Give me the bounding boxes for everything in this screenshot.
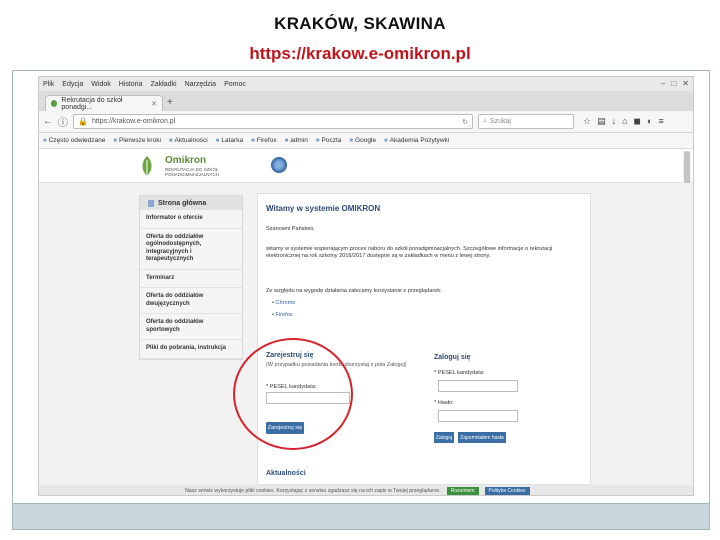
sync-icon[interactable]: ◐ [647, 116, 652, 127]
site-header: Omikron REKRUTACJA DO SZKÓŁ PONADGIMNAZJ… [39, 149, 693, 183]
menu-bookmarks[interactable]: Zakładki [150, 81, 176, 88]
window-controls: – □ ✕ [661, 79, 689, 88]
sidebar-item-bilingual-offer[interactable]: Oferta do oddziałów dwujęzycznych [140, 288, 242, 314]
info-icon[interactable]: ⓘ [58, 114, 68, 129]
sidebar-item-informator[interactable]: Informator o ofercie [140, 210, 242, 229]
intro-paragraph: witamy w systemie wspierającym proces na… [266, 246, 553, 259]
tab-strip: Rekrutacja do szkół ponadgi... ✕ + [39, 91, 693, 111]
sidebar-item-home[interactable]: Strona główna [140, 196, 242, 210]
sidebar-header-label: Strona główna [158, 199, 207, 207]
hamburger-menu-icon[interactable]: ≡ [658, 116, 663, 127]
menu-bar: Plik Edycja Widok Historia Zakładki Narz… [39, 77, 693, 91]
tab-title: Rekrutacja do szkół ponadgi... [61, 96, 123, 111]
page-title: Witamy w systemie OMIKRON [266, 204, 381, 213]
sidebar-item-general-offer[interactable]: Oferta do oddziałów ogólnodostępnych, in… [140, 229, 242, 270]
greeting-text: Szanowni Państwo, [266, 226, 315, 232]
sidebar-item-sports-offer[interactable]: Oferta do oddziałów sportowych [140, 314, 242, 340]
slide-url: https://krakow.e-omikron.pl [249, 44, 471, 63]
login-pesel-input[interactable] [438, 380, 518, 392]
back-icon[interactable]: ← [43, 116, 53, 127]
logo-subtitle: REKRUTACJA DO SZKÓŁ PONADGIMNAZJALNYCH [165, 167, 220, 177]
logo-name[interactable]: Omikron [165, 155, 206, 166]
close-window-icon[interactable]: ✕ [682, 79, 689, 88]
menu-help[interactable]: Pomoc [224, 81, 246, 88]
news-title: Aktualności [266, 470, 306, 477]
login-button[interactable]: Zaloguj [434, 432, 454, 443]
pocket-icon[interactable]: ◼ [634, 116, 641, 127]
bookmark-item[interactable]: Poczta [316, 137, 342, 144]
emblem-icon [271, 157, 287, 173]
password-label: * Hasło: [434, 400, 454, 406]
new-tab-icon[interactable]: + [167, 97, 173, 108]
bookmark-item[interactable]: Latarka [216, 137, 243, 144]
cookie-text: Nasz serwis wykorzystuje pliki cookies. … [185, 488, 441, 494]
close-tab-icon[interactable]: ✕ [151, 100, 157, 108]
search-input[interactable]: ⌕ Szukaj [478, 114, 574, 129]
sidebar: Strona główna Informator o ofercie Ofert… [139, 195, 243, 360]
bookmark-item[interactable]: admin [285, 137, 308, 144]
sidebar-item-schedule[interactable]: Terminarz [140, 270, 242, 288]
toolbar-icons: ☆ ▤ ↓ ⌂ ◼ ◐ ≡ [583, 116, 664, 127]
page-area: Strona główna Informator o ofercie Ofert… [39, 183, 693, 485]
cookie-bar: Nasz serwis wykorzystuje pliki cookies. … [39, 485, 693, 495]
bookmark-item[interactable]: Akademia Pozytywki [384, 137, 450, 144]
password-input[interactable] [438, 410, 518, 422]
lock-icon: 🔒 [78, 117, 88, 126]
highlight-ring [233, 338, 353, 450]
sidebar-item-downloads[interactable]: Pliki do pobrania, instrukcja [140, 340, 242, 359]
bookmark-star-icon[interactable]: ☆ [583, 116, 591, 127]
browser-window: Plik Edycja Widok Historia Zakładki Narz… [38, 76, 694, 496]
bookmarks-bar: Często odwiedzane Pierwsze kroki Aktualn… [39, 133, 693, 149]
forgot-password-button[interactable]: Zapomniałem hasła [458, 432, 506, 443]
favicon-icon [51, 100, 58, 107]
browser-list: Chrome Firefox [272, 300, 296, 318]
document-icon [148, 199, 154, 207]
nav-bar: ← ⓘ 🔒 https://krakow.e-omikron.pl ↻ ⌕ Sz… [39, 111, 693, 133]
menu-file[interactable]: Plik [43, 81, 54, 88]
slide-title: KRAKÓW, SKAWINA [274, 14, 446, 33]
menu-view[interactable]: Widok [91, 81, 110, 88]
maximize-icon[interactable]: □ [671, 79, 676, 88]
bookmark-item[interactable]: Często odwiedzane [43, 137, 106, 144]
cookie-accept-button[interactable]: Rozumiem [446, 487, 479, 495]
bookmark-item[interactable]: Google [349, 137, 376, 144]
home-icon[interactable]: ⌂ [622, 116, 627, 127]
bookmark-item[interactable]: Pierwsze kroki [113, 137, 161, 144]
reload-icon[interactable]: ↻ [462, 118, 468, 126]
omikron-leaf-icon [142, 156, 152, 176]
login-title: Zaloguj się [434, 354, 471, 361]
search-placeholder: Szukaj [489, 118, 511, 125]
search-icon: ⌕ [483, 117, 487, 125]
bookmark-item[interactable]: Firefox [251, 137, 277, 144]
library-icon[interactable]: ▤ [597, 116, 606, 127]
address-bar[interactable]: 🔒 https://krakow.e-omikron.pl ↻ [73, 114, 473, 129]
menu-history[interactable]: Historia [119, 81, 143, 88]
bookmark-item[interactable]: Aktualności [169, 137, 208, 144]
cookie-policy-button[interactable]: Polityka Cookies [484, 487, 530, 495]
address-text: https://krakow.e-omikron.pl [91, 118, 176, 125]
browser-tab[interactable]: Rekrutacja do szkół ponadgi... ✕ [45, 95, 163, 111]
login-pesel-label: * PESEL kandydata: [434, 370, 485, 376]
browser-link-firefox[interactable]: Firefox [272, 312, 295, 318]
browser-link-chrome[interactable]: Chrome [272, 300, 296, 306]
menu-tools[interactable]: Narzędzia [185, 81, 217, 88]
menu-edit[interactable]: Edycja [62, 81, 83, 88]
browsers-note: Ze względu na wygodę działania zalecamy … [266, 288, 442, 294]
minimize-icon[interactable]: – [661, 79, 665, 88]
download-icon[interactable]: ↓ [612, 116, 617, 127]
slide-footer-bar [13, 503, 709, 529]
